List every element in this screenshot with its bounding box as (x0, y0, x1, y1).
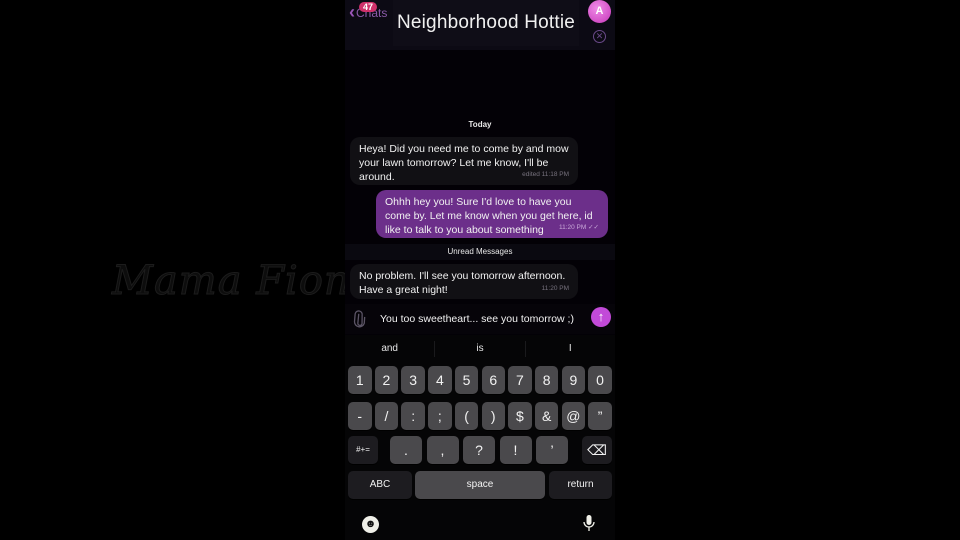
message-incoming[interactable]: Heya! Did you need me to come by and mow… (350, 137, 578, 185)
chat-title: Neighborhood Hottie (396, 12, 576, 33)
chevron-left-icon: ‹ (349, 2, 355, 22)
key-5[interactable]: 6 (481, 366, 505, 394)
key-symbol[interactable]: ” (588, 402, 612, 430)
key-symbol[interactable]: / (374, 402, 399, 430)
suggestion[interactable]: is (434, 341, 524, 357)
key-symbol[interactable]: : (401, 402, 425, 430)
title-container[interactable]: Neighborhood Hottie (393, 0, 579, 46)
close-icon[interactable]: ✕ (593, 30, 606, 43)
key-punct[interactable]: ! (499, 436, 532, 464)
key-4[interactable]: 5 (454, 366, 479, 394)
message-incoming[interactable]: No problem. I'll see you tomorrow aftern… (350, 264, 578, 299)
unread-count-badge: 47 (359, 2, 378, 12)
arrow-up-icon: ↑ (597, 309, 605, 324)
keyboard: and is I 1 2 3 4 5 6 7 8 9 0 - /:;() $ & @” #+=.,?!’ ⌫ AB… (345, 335, 615, 540)
key-symbol[interactable]: - (348, 402, 372, 430)
key-7[interactable]: 8 (534, 366, 559, 394)
key-8[interactable]: 9 (561, 366, 586, 394)
message-composer: ↑ (345, 304, 615, 334)
key-symbol[interactable]: ; (428, 402, 452, 430)
key-0[interactable]: 1 (348, 366, 372, 394)
suggestion[interactable]: I (524, 341, 615, 357)
message-timestamp: 11:20 PM (541, 285, 569, 292)
symbols-toggle-key[interactable]: #+= (348, 436, 378, 464)
paperclip-icon[interactable] (347, 306, 373, 333)
suggestion[interactable]: and (345, 341, 434, 357)
phone-screen: ‹ Chats 47 Neighborhood Hottie A ✕ Today… (345, 0, 615, 540)
key-symbol[interactable]: & (534, 402, 559, 430)
key-punct[interactable]: ? (463, 436, 495, 464)
key-symbol[interactable]: @ (561, 402, 586, 430)
microphone-icon[interactable] (583, 514, 595, 534)
key-punct[interactable]: ’ (536, 436, 568, 464)
watermark: Mama Fiona (112, 258, 376, 305)
chat-header: ‹ Chats 47 Neighborhood Hottie A ✕ (345, 0, 615, 50)
space-key[interactable]: space (415, 471, 545, 499)
key-punct[interactable]: . (390, 436, 422, 464)
key-symbol[interactable]: ) (481, 402, 505, 430)
abc-key[interactable]: ABC (348, 471, 412, 499)
send-button[interactable]: ↑ (591, 307, 611, 327)
message-timestamp: edited 11:18 PM (522, 171, 569, 178)
contact-avatar[interactable]: A (588, 0, 611, 23)
key-punct[interactable]: , (426, 436, 459, 464)
return-key[interactable]: return (549, 471, 612, 499)
key-3[interactable]: 4 (428, 366, 452, 394)
key-2[interactable]: 3 (401, 366, 425, 394)
emoji-icon[interactable]: ☻ (362, 516, 379, 533)
backspace-icon[interactable]: ⌫ (582, 436, 612, 464)
date-separator: Today (468, 120, 492, 129)
message-text: No problem. I'll see you tomorrow aftern… (359, 270, 566, 296)
key-6[interactable]: 7 (508, 366, 532, 394)
key-symbol[interactable]: ( (454, 402, 479, 430)
read-checkmarks-icon: ✓✓ (588, 224, 599, 231)
message-timestamp: 11:20 PM ✓✓ (558, 224, 599, 231)
key-symbol[interactable]: $ (508, 402, 532, 430)
message-outgoing[interactable]: Ohhh hey you! Sure I'd love to have you … (376, 190, 608, 238)
key-1[interactable]: 2 (374, 366, 399, 394)
unread-separator: Unread Messages (345, 244, 615, 260)
message-input[interactable] (373, 309, 583, 329)
suggestion-bar: and is I (345, 341, 615, 357)
key-9[interactable]: 0 (588, 366, 612, 394)
back-button[interactable]: ‹ Chats 47 (349, 2, 387, 22)
